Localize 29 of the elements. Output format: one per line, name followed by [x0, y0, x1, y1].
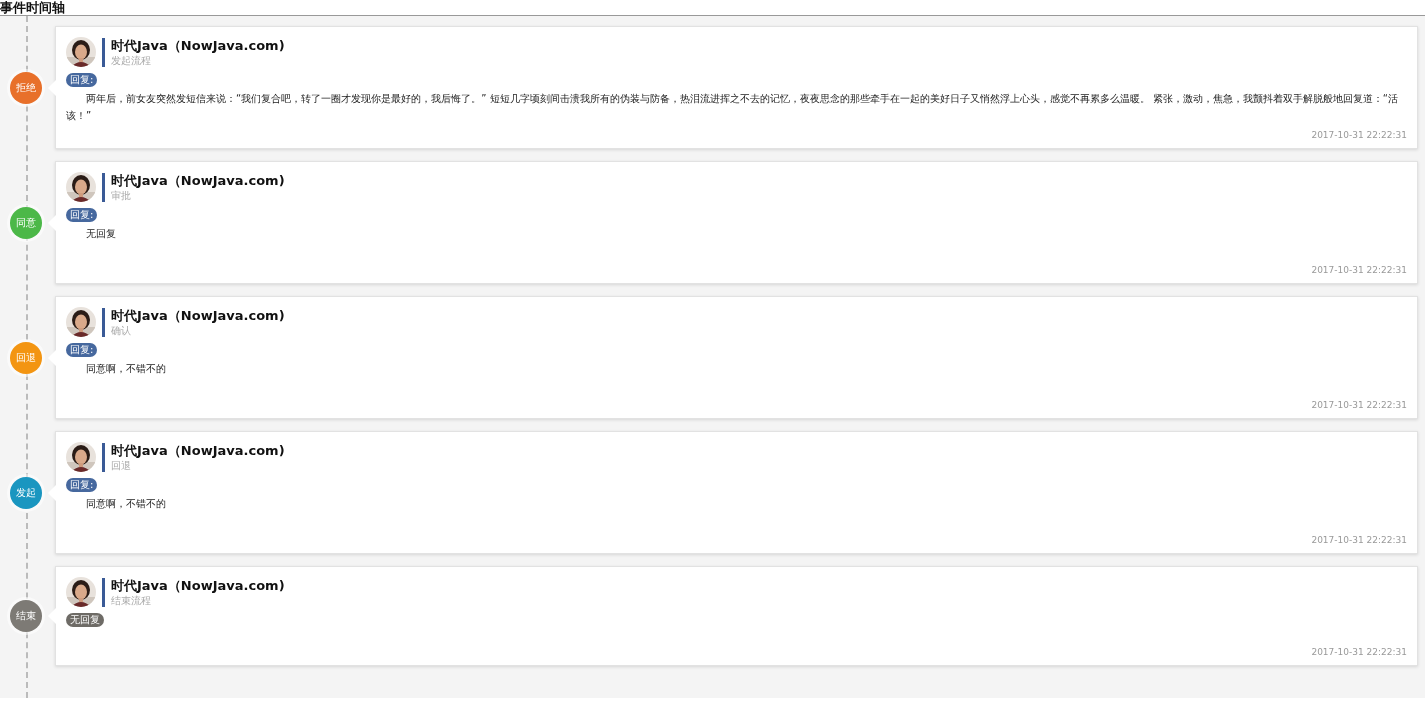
- user-name: 时代Java（NowJava.com): [111, 307, 285, 324]
- status-node: 拒绝: [10, 71, 42, 104]
- reply-tag: 无回复: [66, 613, 104, 627]
- reply-tag: 回复:: [66, 478, 98, 492]
- user-name: 时代Java（NowJava.com): [111, 172, 285, 189]
- step-label: 结束流程: [111, 593, 152, 607]
- step-label: 发起流程: [111, 53, 152, 67]
- step-label: 审批: [111, 188, 132, 202]
- reply-text: 同意啊，不错不的: [85, 362, 167, 376]
- timestamp: 2017-10-31 22:22:31: [1310, 647, 1407, 657]
- user-name: 时代Java（NowJava.com): [111, 442, 285, 459]
- timestamp: 2017-10-31 22:22:31: [1310, 535, 1407, 545]
- step-label: 确认: [111, 323, 132, 337]
- timestamp: 2017-10-31 22:22:31: [1310, 130, 1407, 140]
- timestamp: 2017-10-31 22:22:31: [1310, 400, 1407, 410]
- reply-text: 两年后，前女友突然发短信来说：“我们复合吧，转了一圈才发现你是最好的，我后悔了。” 短短几字顷刻间击溃我所有的伪装与防备，热泪流进挥之不去的记忆，夜夜思念的那些牵手在一起的美好日子又悄然浮上心头，感觉不再累多么温暖。 紧张，激动，焦急，我颤抖着双手解脱般地回复道：“活该！”: [66, 92, 1399, 123]
- reply-text: 无回复: [85, 227, 117, 241]
- timestamp: 2017-10-31 22:22:31: [1310, 265, 1407, 275]
- reply-tag: 回复:: [66, 208, 98, 222]
- step-label: 回退: [111, 458, 132, 472]
- reply-tag: 回复:: [66, 343, 98, 357]
- status-node: 结束: [10, 600, 42, 632]
- user-name: 时代Java（NowJava.com): [111, 577, 285, 594]
- user-name: 时代Java（NowJava.com): [111, 37, 285, 54]
- status-node: 发起: [10, 476, 42, 509]
- status-node: 同意: [10, 206, 42, 239]
- reply-tag: 回复:: [66, 73, 98, 87]
- status-node: 回退: [10, 341, 42, 374]
- reply-text: 同意啊，不错不的: [85, 497, 167, 511]
